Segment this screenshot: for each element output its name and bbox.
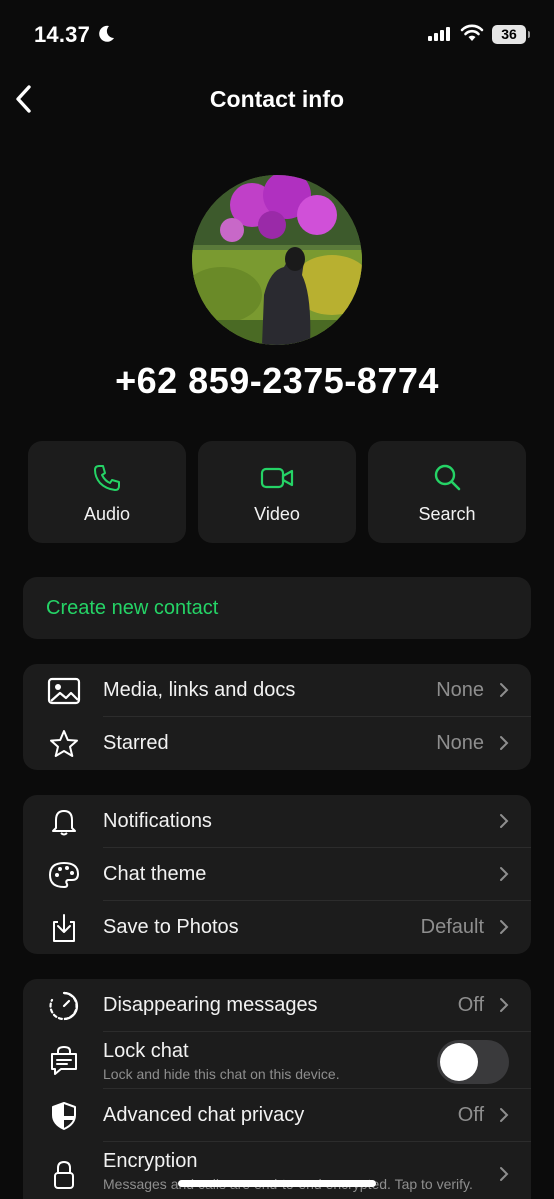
lock-chat-subtitle: Lock and hide this chat on this device. [103,1066,340,1082]
search-icon [434,464,461,491]
contact-avatar[interactable] [192,175,362,345]
advanced-chat-privacy-row[interactable]: Advanced chat privacy Off [23,1089,531,1142]
create-contact-label: Create new contact [46,597,219,619]
wifi-icon [460,24,484,41]
moon-icon [99,25,114,42]
contact-phone-number: +62 859-2375-8774 [115,360,439,401]
encryption-label: Encryption [103,1150,198,1172]
chat-theme-row[interactable]: Chat theme [23,848,531,901]
chat-lock-icon [51,1046,77,1075]
lock-chat-row: Lock chat Lock and hide this chat on thi… [23,1032,531,1089]
video-call-button[interactable]: Video [198,441,356,543]
save-to-photos-label: Save to Photos [103,916,239,938]
disappearing-messages-row[interactable]: Disappearing messages Off [23,979,531,1032]
quick-actions: Audio Video Search [28,441,526,543]
chevron-right-icon [500,736,509,750]
audio-label: Audio [83,504,131,524]
chevron-right-icon [500,683,509,697]
save-to-photos-row[interactable]: Save to Photos Default [23,901,531,954]
privacy-section: Disappearing messages Off Lock chat Lock… [23,979,531,1199]
media-section: Media, links and docs None Starred None [23,664,531,770]
save-to-photos-value: Default [420,916,484,938]
settings-section: Notifications Chat theme Save to Photos … [23,795,531,954]
phone-icon [94,465,120,491]
status-time: 14.37 [34,22,91,47]
create-contact-button[interactable]: Create new contact [23,577,531,639]
search-label: Search [418,504,476,524]
advanced-privacy-label: Advanced chat privacy [103,1104,305,1126]
chevron-right-icon [500,998,509,1012]
search-button[interactable]: Search [368,441,526,543]
page-title: Contact info [209,86,345,112]
chevron-right-icon [500,920,509,934]
notifications-label: Notifications [103,810,212,832]
chat-theme-label: Chat theme [103,863,207,885]
disappearing-label: Disappearing messages [103,994,318,1016]
shield-icon [52,1102,76,1130]
starred-label: Starred [103,732,169,754]
lock-chat-label: Lock chat [103,1040,189,1062]
audio-call-button[interactable]: Audio [28,441,186,543]
palette-icon [48,861,80,889]
media-links-docs-row[interactable]: Media, links and docs None [23,664,531,717]
video-label: Video [254,504,300,524]
toggle-knob [440,1043,478,1081]
bell-icon [52,810,76,836]
chevron-right-icon [500,1167,509,1181]
star-icon [50,730,78,757]
nav-bar: Contact info [0,70,554,128]
encryption-row[interactable]: Encryption Messages and calls are end-to… [23,1142,531,1199]
starred-row[interactable]: Starred None [23,717,531,770]
timer-icon [49,991,79,1021]
video-icon [260,467,294,489]
media-label: Media, links and docs [103,679,296,701]
chevron-right-icon [500,1108,509,1122]
download-icon [53,914,75,942]
lock-icon [54,1160,74,1189]
disappearing-value: Off [457,994,484,1016]
advanced-privacy-value: Off [457,1104,484,1126]
cellular-signal-icon [428,27,450,41]
image-icon [47,677,81,705]
status-bar: 14.37 36 [0,0,554,70]
chevron-right-icon [500,814,509,828]
lock-chat-toggle[interactable] [437,1040,509,1084]
home-indicator[interactable] [178,1180,376,1187]
battery-indicator: 36 [492,25,530,44]
notifications-row[interactable]: Notifications [23,795,531,848]
media-value: None [436,679,484,701]
chevron-right-icon [500,867,509,881]
starred-value: None [436,732,484,754]
